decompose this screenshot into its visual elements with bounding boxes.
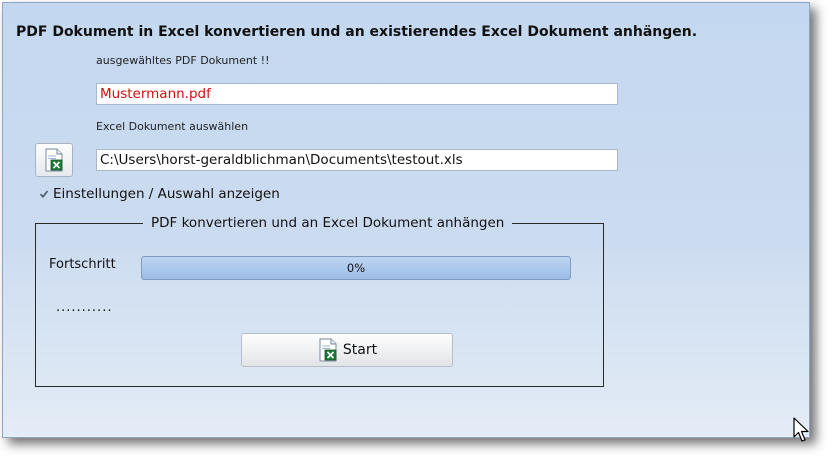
progress-bar: 0%	[141, 256, 571, 280]
dialog-window: PDF Dokument in Excel konvertieren und a…	[2, 2, 810, 438]
excel-file-icon	[45, 148, 63, 172]
excel-path-field[interactable]: C:\Users\horst-geraldblichman\Documents\…	[96, 149, 618, 171]
mouse-cursor-icon	[793, 417, 809, 442]
start-button[interactable]: Start	[241, 333, 453, 367]
show-settings-label: Einstellungen / Auswahl anzeigen	[53, 186, 280, 202]
groupbox-title: PDF konvertieren und an Excel Dokument a…	[143, 215, 513, 231]
excel-file-icon	[319, 338, 337, 362]
pdf-document-field[interactable]: Mustermann.pdf	[96, 83, 618, 105]
start-button-label: Start	[342, 342, 378, 358]
checkmark-icon	[39, 190, 49, 199]
excel-document-label: Excel Dokument auswählen	[96, 120, 249, 133]
convert-groupbox: PDF konvertieren und an Excel Dokument a…	[35, 215, 604, 387]
dialog-title: PDF Dokument in Excel konvertieren und a…	[16, 24, 698, 40]
show-settings-checkbox[interactable]	[39, 189, 49, 199]
status-text: ...........	[56, 300, 113, 315]
show-settings-checkbox-row[interactable]: Einstellungen / Auswahl anzeigen	[39, 186, 280, 202]
progress-label: Fortschritt	[49, 257, 116, 272]
progress-text: 0%	[346, 261, 366, 275]
select-excel-button[interactable]	[35, 143, 73, 177]
pdf-document-label: ausgewähltes PDF Dokument !!	[96, 54, 270, 67]
